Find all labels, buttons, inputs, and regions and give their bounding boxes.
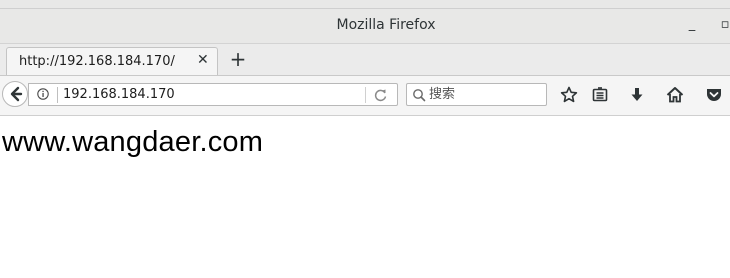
new-tab-button[interactable]: + (228, 48, 248, 70)
url-text[interactable]: 192.168.184.170 (63, 87, 175, 102)
window-title: Mozilla Firefox (336, 17, 436, 33)
download-icon[interactable] (627, 85, 647, 105)
page-heading: www.wangdaer.com (2, 126, 264, 158)
back-button[interactable] (2, 81, 28, 107)
maximize-button[interactable]: ▫ (718, 17, 730, 33)
search-icon (413, 89, 426, 102)
url-bar[interactable]: 192.168.184.170 (28, 83, 398, 106)
reload-icon[interactable] (374, 88, 388, 102)
tab-bar: http://192.168.184.170/ ✕ + (0, 44, 730, 76)
bookmark-star-icon[interactable] (559, 85, 579, 105)
tab-label: http://192.168.184.170/ (19, 54, 175, 69)
tab-close-button[interactable]: ✕ (197, 52, 209, 68)
minimize-button[interactable]: _ (685, 17, 699, 33)
url-separator (57, 87, 58, 103)
page-content: www.wangdaer.com (0, 116, 730, 278)
top-strip (0, 0, 730, 9)
tab-active[interactable]: http://192.168.184.170/ ✕ (6, 47, 218, 75)
url-separator-right (365, 87, 366, 103)
search-input[interactable] (429, 86, 541, 103)
navigation-toolbar: 192.168.184.170 (0, 76, 730, 116)
info-icon[interactable] (37, 88, 49, 100)
reading-list-icon[interactable] (590, 85, 610, 105)
search-bar[interactable] (406, 83, 547, 106)
home-icon[interactable] (665, 85, 685, 105)
pocket-icon[interactable] (704, 85, 724, 105)
back-arrow-icon (10, 86, 23, 102)
title-bar: Mozilla Firefox _ ▫ (0, 9, 730, 44)
